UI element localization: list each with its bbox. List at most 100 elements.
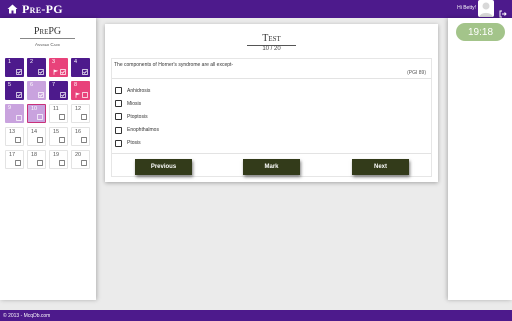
cell-number: 9 — [8, 105, 12, 111]
answer-card-title: PrePG — [20, 26, 75, 39]
logout-icon[interactable] — [499, 5, 507, 18]
question-counter: 10 / 20 — [262, 46, 281, 52]
home-icon[interactable] — [5, 2, 19, 16]
cell-icons — [81, 160, 87, 166]
checkbox-icon — [59, 137, 65, 143]
option-item[interactable]: Ptosis — [115, 137, 159, 150]
cell-number: 6 — [30, 82, 34, 88]
answer-card-cell[interactable]: 6 — [27, 81, 46, 100]
next-button[interactable]: Next — [352, 159, 409, 175]
cell-number: 20 — [75, 152, 82, 158]
answer-card-cell[interactable]: 18 — [27, 150, 46, 169]
cell-icons — [59, 114, 65, 120]
question-text: The components of Horner's syndrome are … — [114, 62, 234, 68]
checkbox-icon — [81, 114, 87, 120]
cell-number: 5 — [8, 82, 12, 88]
previous-button[interactable]: Previous — [135, 159, 192, 175]
cell-icons — [15, 160, 21, 166]
option-label: Ptosis — [127, 140, 141, 147]
checkbox-icon — [59, 160, 65, 166]
option-item[interactable]: Ptoptosis — [115, 110, 159, 123]
check-icon — [60, 92, 66, 98]
cell-icons — [82, 69, 88, 75]
answer-card-cell[interactable]: 11 — [49, 104, 68, 123]
cell-number: 7 — [52, 82, 56, 88]
cell-icons — [38, 69, 44, 75]
answer-card-subtitle: Answer Card — [34, 42, 60, 47]
option-checkbox[interactable] — [115, 139, 122, 147]
cell-number: 18 — [31, 152, 38, 158]
option-item[interactable]: Enophthalmos — [115, 124, 159, 137]
answer-card-cell[interactable]: 1 — [5, 58, 24, 77]
checkbox-icon — [37, 114, 43, 120]
checkbox-icon — [82, 92, 88, 98]
cell-number: 19 — [53, 152, 60, 158]
option-checkbox[interactable] — [115, 87, 122, 95]
answer-card-cell[interactable]: 10 — [27, 104, 46, 123]
answer-card-cell[interactable]: 7 — [49, 81, 68, 100]
divider — [112, 153, 431, 154]
checkbox-icon — [37, 160, 43, 166]
answer-card-cell[interactable]: 15 — [49, 127, 68, 146]
cell-icons — [81, 114, 87, 120]
flag-icon — [75, 92, 81, 98]
check-icon — [38, 69, 44, 75]
checkbox-icon — [15, 160, 21, 166]
option-checkbox[interactable] — [115, 113, 122, 121]
avatar-icon[interactable] — [478, 0, 494, 17]
option-item[interactable]: Anhidrosis — [115, 84, 159, 97]
mark-button[interactable]: Mark — [243, 159, 300, 175]
answer-card-cell[interactable]: 17 — [5, 150, 24, 169]
answer-card-cell[interactable]: 12 — [71, 104, 90, 123]
cell-icons — [37, 137, 43, 143]
answer-card-cell[interactable]: 4 — [71, 58, 90, 77]
option-item[interactable]: Miosis — [115, 97, 159, 110]
options-list: Anhidrosis Miosis Ptoptosis Enophthalmos Pto… — [115, 84, 159, 150]
check-icon — [60, 69, 66, 75]
check-icon — [16, 92, 22, 98]
divider — [112, 78, 431, 79]
answer-card-cell[interactable]: 19 — [49, 150, 68, 169]
cell-icons — [75, 92, 88, 98]
footer: © 2013 - McqDb.com — [0, 310, 512, 321]
answer-card-cell[interactable]: 9 — [5, 104, 24, 123]
cell-number: 1 — [8, 59, 12, 65]
cell-number: 16 — [75, 129, 82, 135]
answer-card-cell[interactable]: 3 — [49, 58, 68, 77]
answer-card-cell[interactable]: 14 — [27, 127, 46, 146]
checkbox-icon — [37, 137, 43, 143]
cell-number: 4 — [74, 59, 78, 65]
answer-card-grid: 1 2 3 4 5 6 7 8 9 10 11 12 13 14 15 16 17 18 19 20 — [5, 58, 91, 169]
cell-number: 11 — [53, 106, 59, 112]
cell-number: 2 — [30, 59, 34, 65]
answer-card-cell[interactable]: 13 — [5, 127, 24, 146]
answer-card-cell[interactable]: 5 — [5, 81, 24, 100]
answer-card-cell[interactable]: 8 — [71, 81, 90, 100]
question-panel: Test 10 / 20 The components of Horner's … — [105, 24, 438, 182]
timer-badge: 19:18 — [456, 23, 505, 41]
check-icon — [82, 69, 88, 75]
cell-icons — [16, 115, 22, 121]
checkbox-icon — [81, 160, 87, 166]
cell-icons — [37, 114, 43, 120]
cell-number: 15 — [53, 129, 60, 135]
flag-icon — [53, 69, 59, 75]
cell-icons — [59, 160, 65, 166]
option-checkbox[interactable] — [115, 126, 122, 134]
user-greeting: Hi Betty! — [457, 5, 476, 11]
cell-number: 3 — [52, 59, 56, 65]
answer-card-cell[interactable]: 20 — [71, 150, 90, 169]
answer-card-cell[interactable]: 16 — [71, 127, 90, 146]
answer-card-cell[interactable]: 2 — [27, 58, 46, 77]
cell-icons — [81, 137, 87, 143]
answer-card-panel: PrePG Answer Card 1 2 3 4 5 6 7 8 9 10 11 12 13 14 15 1… — [0, 18, 96, 300]
brand-logo[interactable]: Pre-PG — [22, 2, 63, 17]
option-label: Ptoptosis — [127, 113, 148, 120]
cell-number: 13 — [9, 129, 16, 135]
timer-panel: 19:18 — [448, 18, 512, 300]
option-checkbox[interactable] — [115, 100, 122, 108]
cell-number: 17 — [9, 152, 16, 158]
cell-icons — [16, 92, 22, 98]
cell-number: 10 — [31, 106, 38, 112]
option-label: Enophthalmos — [127, 127, 159, 134]
